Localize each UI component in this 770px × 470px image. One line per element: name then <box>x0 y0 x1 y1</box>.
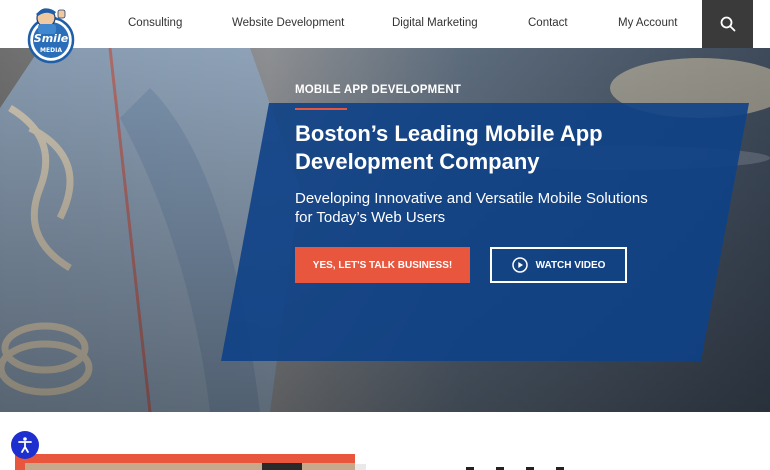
featured-card-image-detail <box>262 463 302 470</box>
search-button[interactable] <box>702 0 753 48</box>
hero-section <box>0 48 770 412</box>
hero-headline: Boston’s Leading Mobile App Development … <box>295 121 603 174</box>
eyebrow-divider <box>295 108 347 110</box>
watch-video-button[interactable]: WATCH VIDEO <box>490 247 627 283</box>
play-circle-icon <box>511 257 528 273</box>
nav-contact[interactable]: Contact <box>528 17 568 29</box>
content-section <box>0 412 770 470</box>
accessibility-button[interactable] <box>11 431 39 459</box>
nav-my-account[interactable]: My Account <box>618 17 677 29</box>
accessibility-icon <box>18 437 32 453</box>
watch-video-label: WATCH VIDEO <box>535 259 606 271</box>
featured-card-image <box>25 463 355 470</box>
nav-digital-marketing[interactable]: Digital Marketing <box>392 17 478 29</box>
svg-text:MEDIA: MEDIA <box>40 47 62 54</box>
nav-website-development[interactable]: Website Development <box>232 17 344 29</box>
search-icon <box>720 16 735 32</box>
svg-text:Smile: Smile <box>34 32 69 45</box>
card-shadow <box>355 464 366 470</box>
site-header: Smile MEDIA Consulting Website Developme… <box>0 0 770 64</box>
hero-eyebrow: MOBILE APP DEVELOPMENT <box>295 84 462 96</box>
talk-business-label: YES, LET'S TALK BUSINESS! <box>312 259 453 271</box>
nav-consulting[interactable]: Consulting <box>128 17 182 29</box>
hero-subhead: Developing Innovative and Versatile Mobi… <box>295 190 648 226</box>
talk-business-button[interactable]: YES, LET'S TALK BUSINESS! <box>295 247 470 283</box>
smile-media-logo[interactable]: Smile MEDIA <box>24 2 78 64</box>
